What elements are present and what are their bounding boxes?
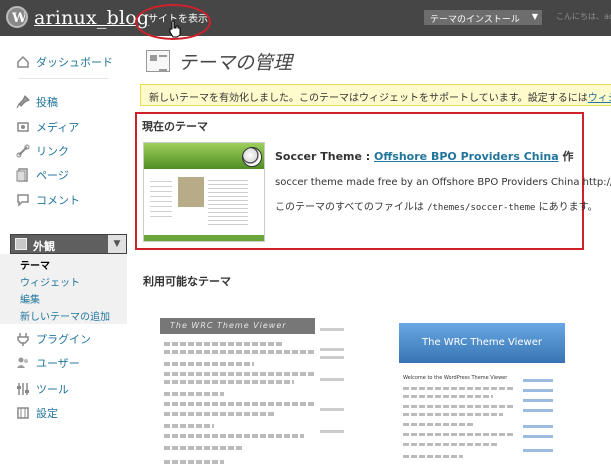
available-theme-welcome: Welcome to the WordPress Theme Viewer <box>403 375 508 381</box>
sidebar-item-posts[interactable]: 投稿 <box>16 93 58 111</box>
wordpress-logo-icon: W <box>6 6 28 28</box>
sidebar-item-tools[interactable]: ツール <box>16 380 69 398</box>
appearance-label: 外観 <box>33 240 55 253</box>
sidebar-item-comments[interactable]: コメント <box>16 191 80 209</box>
comment-icon <box>17 194 29 207</box>
tools-icon <box>17 383 29 395</box>
sidebar-item-label: リンク <box>36 145 69 158</box>
available-theme-thumbnail[interactable]: The WRC Theme Viewer Welcome to the Word… <box>399 323 565 470</box>
sidebar-item-dashboard[interactable]: ダッシュボード <box>16 53 113 71</box>
current-theme-description: soccer theme made free by an Offshore BP… <box>275 177 611 188</box>
page-icon <box>16 168 28 182</box>
themes-page-icon <box>146 50 170 72</box>
page-title: テーマの管理 <box>178 52 293 74</box>
hand-cursor-icon <box>169 20 181 38</box>
theme-activated-notice: 新しいテーマを有効化しました。このテーマはウィジェットをサポートしています。設定… <box>140 84 611 106</box>
available-theme-thumbnail[interactable]: The WRC Theme Viewer <box>160 318 348 470</box>
submenu-item-editor[interactable]: 編集 <box>20 291 40 306</box>
dashboard-icon <box>17 55 29 68</box>
sidebar-item-label: メディア <box>36 121 80 134</box>
sidebar-item-label: ダッシュボード <box>36 56 113 69</box>
appearance-submenu: テーマ ウィジェット 編集 新しいテーマの追加 <box>0 254 127 324</box>
theme-author-link[interactable]: Offshore BPO Providers China <box>374 150 559 163</box>
chevron-down-icon: ▼ <box>531 12 538 21</box>
theme-install-button[interactable]: テーマのインストール ▼ <box>424 10 542 25</box>
menu-separator <box>18 78 108 79</box>
sidebar-item-label: ツール <box>36 383 69 396</box>
submenu-item-widgets[interactable]: ウィジェット <box>20 274 80 289</box>
notice-text: 新しいテーマを有効化しました。このテーマはウィジェットをサポートしています。設定… <box>149 93 588 104</box>
sidebar-item-media[interactable]: メディア <box>16 118 79 136</box>
current-theme-files: このテーマのすべてのファイルは /themes/soccer-theme にあり… <box>275 198 598 213</box>
sidebar-item-label: 投稿 <box>36 96 58 109</box>
sidebar-item-label: ページ <box>36 169 69 182</box>
available-theme-header: The WRC Theme Viewer <box>160 318 315 334</box>
sidebar-item-users[interactable]: ユーザー <box>16 354 80 372</box>
sidebar-item-links[interactable]: リンク <box>16 142 69 160</box>
theme-files-pre: このテーマのすべてのファイルは <box>275 202 424 213</box>
blog-name-link[interactable]: arinux_blog <box>34 7 149 29</box>
theme-name: Soccer Theme : <box>275 150 371 163</box>
pin-icon <box>16 95 30 109</box>
sidebar-item-appearance[interactable]: 外観 ▼ <box>10 234 127 254</box>
submenu-item-add-theme[interactable]: 新しいテーマの追加 <box>20 308 110 323</box>
available-theme-header: The WRC Theme Viewer <box>399 323 565 363</box>
sidebar-item-plugins[interactable]: プラグイン <box>16 330 91 348</box>
available-themes-heading: 利用可能なテーマ <box>143 275 231 288</box>
media-icon <box>17 122 29 132</box>
sidebar-item-settings[interactable]: 設定 <box>16 404 58 422</box>
chevron-down-icon[interactable]: ▼ <box>108 235 126 253</box>
submenu-item-themes[interactable]: テーマ <box>20 257 50 272</box>
current-theme-title: Soccer Theme : Offshore BPO Providers Ch… <box>275 148 573 164</box>
soccer-ball-icon <box>242 147 262 167</box>
sidebar-item-label: 設定 <box>36 407 58 420</box>
sidebar-item-pages[interactable]: ページ <box>16 166 69 184</box>
sidebar-item-label: プラグイン <box>36 333 91 346</box>
howdy-text: こんにちは、admin <box>556 12 611 21</box>
current-theme-screenshot <box>143 142 265 242</box>
sidebar-item-label: ユーザー <box>36 357 80 370</box>
users-icon <box>17 357 28 368</box>
sidebar-item-label: コメント <box>36 194 80 207</box>
theme-files-path: /themes/soccer-theme <box>427 203 536 213</box>
theme-author-suffix: 作 <box>562 150 574 163</box>
appearance-icon <box>15 238 27 250</box>
theme-install-label: テーマのインストール <box>430 15 520 25</box>
svg-text:W: W <box>11 11 25 25</box>
admin-sidebar: ダッシュボード 投稿 メディア リンク ページ コメント 外観 ▼ テーマ ウィ… <box>0 36 128 470</box>
widget-settings-link[interactable]: ウィジェット設定 <box>588 93 611 104</box>
theme-files-post: にあります。 <box>538 202 598 213</box>
plugin-icon <box>17 333 29 346</box>
link-icon <box>16 144 30 158</box>
current-theme-heading: 現在のテーマ <box>142 120 208 133</box>
settings-icon <box>17 407 29 419</box>
admin-header: W arinux_blog サイトを表示 テーマのインストール ▼ こんにちは、… <box>0 0 611 36</box>
